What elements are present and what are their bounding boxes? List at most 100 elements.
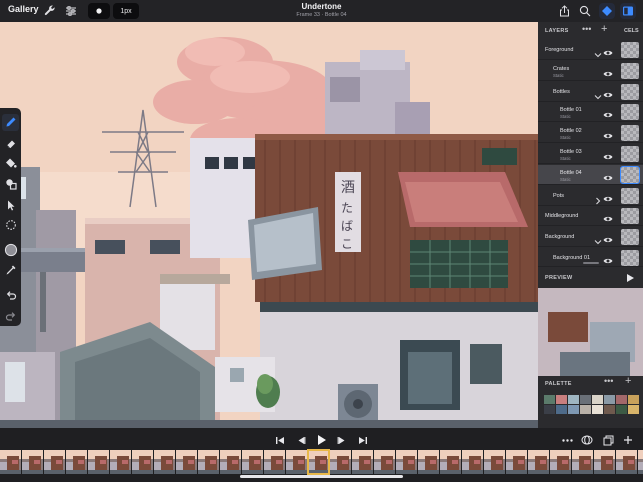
layer-row[interactable]: Bottle 04 Static — [538, 164, 643, 185]
frame-thumbnail[interactable] — [88, 450, 109, 474]
cel-thumbnail[interactable] — [621, 83, 639, 100]
color-swatch[interactable] — [568, 405, 579, 414]
onion-skin-button[interactable] — [580, 433, 594, 447]
eye-icon[interactable] — [603, 107, 613, 118]
chevron-down-icon[interactable] — [594, 46, 602, 58]
duplicate-frame-button[interactable] — [601, 433, 615, 447]
color-swatch[interactable] — [556, 395, 567, 404]
frame-thumbnail[interactable] — [352, 450, 373, 474]
frame-thumbnail[interactable] — [132, 450, 153, 474]
color-swatch[interactable] — [580, 395, 591, 404]
play-button[interactable] — [314, 433, 328, 447]
frame-thumbnail[interactable] — [528, 450, 549, 474]
timeline-more-button[interactable] — [560, 433, 574, 447]
layer-row[interactable]: Bottle 01 Static — [538, 102, 643, 123]
cel-thumbnail[interactable] — [621, 250, 639, 266]
wrench-icon[interactable] — [42, 3, 58, 19]
frame-thumbnail[interactable] — [110, 450, 131, 474]
layers-scroll-indicator[interactable] — [583, 262, 599, 264]
layers-more-icon[interactable]: ••• — [582, 24, 591, 34]
frame-thumbnail[interactable] — [418, 450, 439, 474]
cel-thumbnail[interactable] — [621, 146, 639, 162]
frame-thumbnail[interactable] — [594, 450, 615, 474]
frame-thumbnail[interactable] — [0, 450, 21, 474]
frame-thumbnail[interactable] — [462, 450, 483, 474]
frame-thumbnail[interactable] — [506, 450, 527, 474]
color-swatch[interactable] — [604, 395, 615, 404]
share-icon[interactable] — [556, 3, 572, 19]
layer-row[interactable]: Bottles — [538, 82, 643, 102]
color-swatch[interactable] — [592, 395, 603, 404]
chevron-down-icon[interactable] — [594, 233, 602, 245]
color-swatch[interactable] — [628, 405, 639, 414]
cel-thumbnail[interactable] — [621, 208, 639, 225]
move-tool[interactable] — [2, 196, 19, 213]
cel-thumbnail[interactable] — [620, 165, 640, 184]
panels-icon[interactable] — [620, 3, 636, 19]
color-swatch[interactable] — [544, 405, 555, 414]
cel-thumbnail[interactable] — [621, 125, 639, 142]
cel-thumbnail[interactable] — [621, 42, 639, 58]
layers-diamond-icon[interactable] — [599, 3, 615, 19]
frame-thumbnail[interactable] — [242, 450, 263, 474]
undo-button[interactable] — [2, 287, 19, 304]
frame-thumbnail[interactable] — [396, 450, 417, 474]
frame-thumbnail[interactable] — [440, 450, 461, 474]
color-swatch[interactable] — [592, 405, 603, 414]
step-back-button[interactable] — [294, 433, 308, 447]
add-layer-icon[interactable]: + — [601, 23, 607, 35]
redo-button[interactable] — [2, 307, 19, 324]
chevron-down-icon[interactable] — [594, 88, 602, 99]
frame-thumbnail[interactable] — [374, 450, 395, 474]
cel-thumbnail[interactable] — [621, 62, 639, 79]
color-swatch[interactable] — [556, 405, 567, 414]
eye-icon[interactable] — [603, 128, 613, 139]
skip-start-button[interactable] — [273, 433, 287, 447]
frame-thumbnail[interactable] — [638, 450, 643, 474]
sliders-icon[interactable] — [63, 3, 79, 19]
shape-tool[interactable] — [2, 176, 19, 193]
eyedropper-tool[interactable] — [2, 262, 19, 279]
layer-row[interactable]: Bottle 02 Static — [538, 123, 643, 144]
cel-thumbnail[interactable] — [621, 187, 639, 204]
eye-icon[interactable] — [603, 149, 613, 160]
frame-thumbnail[interactable] — [307, 449, 330, 475]
frame-thumbnail[interactable] — [550, 450, 571, 474]
frame-thumbnail[interactable] — [176, 450, 197, 474]
color-picker-button[interactable] — [2, 242, 19, 259]
frame-thumbnail[interactable] — [572, 450, 593, 474]
add-swatch-icon[interactable]: + — [625, 375, 631, 387]
add-frame-button[interactable] — [621, 433, 635, 447]
layer-row[interactable]: Middleground — [538, 206, 643, 227]
color-swatch[interactable] — [580, 405, 591, 414]
eye-icon[interactable] — [603, 87, 613, 97]
frame-thumbnail[interactable] — [154, 450, 175, 474]
eye-icon[interactable] — [603, 170, 613, 180]
zoom-icon[interactable] — [577, 3, 593, 19]
layer-row[interactable]: Background 01 — [538, 248, 643, 268]
eye-icon[interactable] — [603, 232, 613, 243]
eye-icon[interactable] — [603, 253, 613, 264]
frame-thumbnail[interactable] — [66, 450, 87, 474]
cel-thumbnail[interactable] — [621, 229, 639, 246]
color-swatch[interactable] — [604, 405, 615, 414]
color-swatch[interactable] — [568, 395, 579, 404]
frame-thumbnail[interactable] — [484, 450, 505, 474]
color-swatch[interactable] — [544, 395, 555, 404]
layer-row[interactable]: Pots — [538, 186, 643, 206]
brush-shape-button[interactable] — [88, 3, 110, 19]
frame-thumbnail[interactable] — [286, 450, 307, 474]
fill-tool[interactable] — [2, 155, 19, 172]
eye-icon[interactable] — [603, 45, 613, 56]
selection-tool[interactable] — [2, 217, 19, 234]
palette-more-icon[interactable]: ••• — [604, 376, 613, 386]
layer-row[interactable]: Foreground — [538, 40, 643, 60]
cel-thumbnail[interactable] — [621, 104, 639, 121]
eye-icon[interactable] — [603, 211, 613, 222]
layer-row[interactable]: Background — [538, 227, 643, 248]
step-forward-button[interactable] — [335, 433, 349, 447]
frame-thumbnail[interactable] — [264, 450, 285, 474]
frame-thumbnail[interactable] — [330, 450, 351, 474]
eraser-tool[interactable] — [2, 135, 19, 152]
eye-icon[interactable] — [603, 191, 613, 201]
